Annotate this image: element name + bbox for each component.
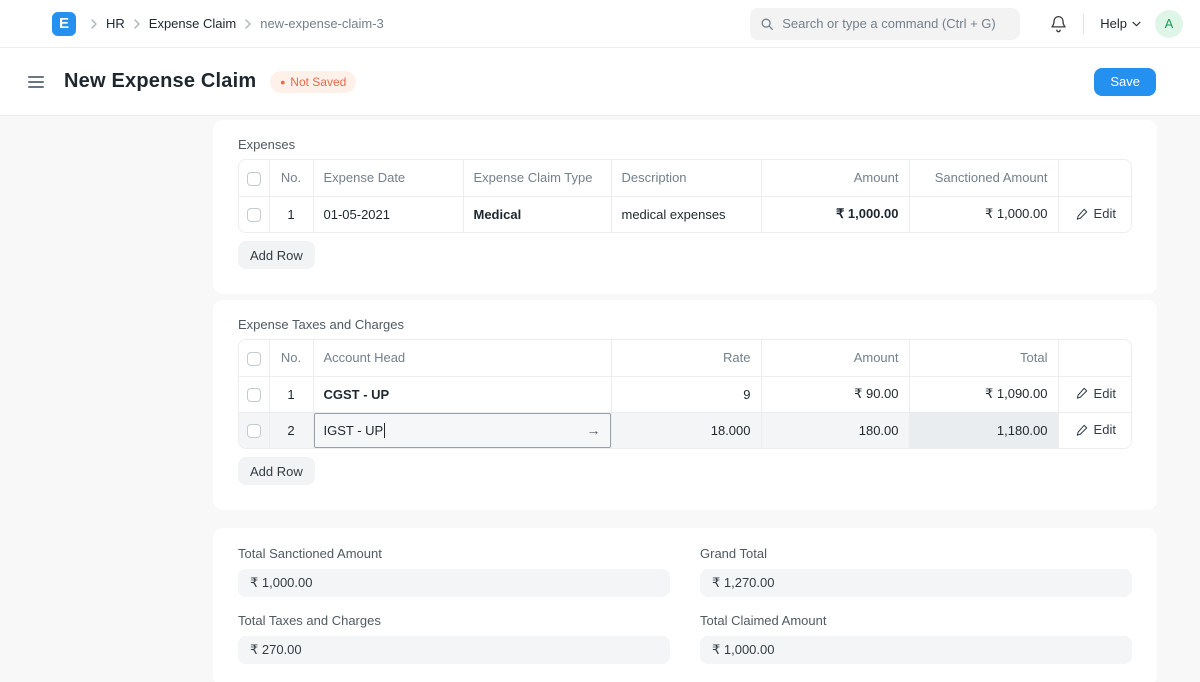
cell-sanctioned-amount[interactable]: ₹ 1,000.00 <box>909 196 1058 232</box>
taxes-section: Expense Taxes and Charges No. Account He… <box>213 300 1157 510</box>
breadcrumb: HR Expense Claim new-expense-claim-3 <box>86 16 384 31</box>
arrow-right-icon[interactable]: → <box>587 422 601 438</box>
field-total-sanctioned-amount: Total Sanctioned Amount ₹ 1,000.00 <box>238 546 670 597</box>
taxes-add-row-button[interactable]: Add Row <box>238 457 315 485</box>
text-cursor <box>384 423 385 438</box>
cell-no: 1 <box>269 376 313 412</box>
field-label: Total Claimed Amount <box>700 613 1132 628</box>
breadcrumb-item-expense-claim[interactable]: Expense Claim <box>149 16 236 31</box>
row-checkbox[interactable] <box>247 424 261 438</box>
cell-description[interactable]: medical expenses <box>611 196 761 232</box>
expenses-grid: No. Expense Date Expense Claim Type Desc… <box>238 159 1132 233</box>
search-icon <box>760 17 774 31</box>
notifications-button[interactable] <box>1050 15 1067 33</box>
col-total: Total <box>909 340 1058 376</box>
cell-amount[interactable]: ₹ 1,000.00 <box>761 196 909 232</box>
cell-total[interactable]: 1,180.00 <box>909 412 1058 448</box>
divider <box>1083 14 1084 34</box>
help-label: Help <box>1100 16 1127 31</box>
field-label: Total Sanctioned Amount <box>238 546 670 561</box>
cell-no: 1 <box>269 196 313 232</box>
form-body: Expenses No. Expense Date Expense Claim … <box>0 116 1200 682</box>
taxes-row-1: 1 CGST - UP 9 ₹ 90.00 ₹ 1,090.00 Edit <box>239 376 1132 412</box>
total-claimed-amount-value: ₹ 1,000.00 <box>700 636 1132 664</box>
global-search[interactable] <box>750 8 1020 40</box>
status-badge-label: Not Saved <box>290 75 346 89</box>
cell-total[interactable]: ₹ 1,090.00 <box>909 376 1058 412</box>
breadcrumb-item-current[interactable]: new-expense-claim-3 <box>260 16 384 31</box>
grand-total-value: ₹ 1,270.00 <box>700 569 1132 597</box>
row-checkbox[interactable] <box>247 388 261 402</box>
cell-account-head[interactable]: CGST - UP <box>313 376 611 412</box>
taxes-row-2: 2 IGST - UP → 18.000 180.00 1,180.00 <box>239 412 1132 448</box>
taxes-header-row: No. Account Head Rate Amount Total <box>239 340 1132 376</box>
col-amount: Amount <box>761 160 909 196</box>
bell-icon <box>1050 15 1067 33</box>
chevron-right-icon <box>240 19 256 29</box>
total-taxes-and-charges-value: ₹ 270.00 <box>238 636 670 664</box>
chevron-right-icon <box>129 19 145 29</box>
totals-section: Total Sanctioned Amount ₹ 1,000.00 Grand… <box>213 528 1157 682</box>
expenses-row-1: 1 01-05-2021 Medical medical expenses ₹ … <box>239 196 1132 232</box>
app-logo-icon[interactable]: E <box>52 12 76 36</box>
col-no: No. <box>269 160 313 196</box>
page-title: New Expense Claim <box>64 70 256 93</box>
field-total-claimed-amount: Total Claimed Amount ₹ 1,000.00 <box>700 613 1132 664</box>
chevron-down-icon <box>1132 21 1141 27</box>
col-rate: Rate <box>611 340 761 376</box>
field-total-taxes-and-charges: Total Taxes and Charges ₹ 270.00 <box>238 613 670 664</box>
expenses-section-label: Expenses <box>238 137 1132 152</box>
navbar: E HR Expense Claim new-expense-claim-3 <box>0 0 1200 48</box>
save-button[interactable]: Save <box>1094 68 1156 96</box>
cell-no: 2 <box>269 412 313 448</box>
select-all-checkbox[interactable] <box>247 352 261 366</box>
expenses-section: Expenses No. Expense Date Expense Claim … <box>213 120 1157 294</box>
row-edit-button[interactable]: Edit <box>1076 422 1116 437</box>
cell-rate[interactable]: 18.000 <box>611 412 761 448</box>
col-expense-date: Expense Date <box>313 160 463 196</box>
breadcrumb-item-hr[interactable]: HR <box>106 16 125 31</box>
cell-expense-date[interactable]: 01-05-2021 <box>313 196 463 232</box>
row-checkbox[interactable] <box>247 208 261 222</box>
taxes-grid: No. Account Head Rate Amount Total 1 CGS… <box>238 339 1132 449</box>
chevron-right-icon <box>86 19 102 29</box>
cell-amount[interactable]: 180.00 <box>761 412 909 448</box>
select-all-checkbox[interactable] <box>247 172 261 186</box>
cell-expense-claim-type[interactable]: Medical <box>463 196 611 232</box>
account-head-input[interactable]: IGST - UP → <box>313 412 611 448</box>
field-label: Grand Total <box>700 546 1132 561</box>
row-edit-button[interactable]: Edit <box>1076 206 1116 221</box>
col-amount: Amount <box>761 340 909 376</box>
status-dot-icon: • <box>280 75 285 89</box>
pencil-icon <box>1076 424 1088 436</box>
avatar[interactable]: A <box>1155 10 1183 38</box>
row-edit-button[interactable]: Edit <box>1076 386 1116 401</box>
help-menu[interactable]: Help <box>1100 16 1141 31</box>
col-account-head: Account Head <box>313 340 611 376</box>
col-no: No. <box>269 340 313 376</box>
pencil-icon <box>1076 387 1088 399</box>
cell-rate[interactable]: 9 <box>611 376 761 412</box>
col-sanctioned-amount: Sanctioned Amount <box>909 160 1058 196</box>
pencil-icon <box>1076 208 1088 220</box>
sidebar-toggle-icon[interactable] <box>24 72 48 92</box>
field-grand-total: Grand Total ₹ 1,270.00 <box>700 546 1132 597</box>
taxes-section-label: Expense Taxes and Charges <box>238 317 1132 332</box>
cell-amount[interactable]: ₹ 90.00 <box>761 376 909 412</box>
col-description: Description <box>611 160 761 196</box>
status-badge: • Not Saved <box>270 71 356 93</box>
field-label: Total Taxes and Charges <box>238 613 670 628</box>
page-header: New Expense Claim • Not Saved Save <box>0 48 1200 116</box>
expenses-header-row: No. Expense Date Expense Claim Type Desc… <box>239 160 1132 196</box>
total-sanctioned-amount-value: ₹ 1,000.00 <box>238 569 670 597</box>
expenses-add-row-button[interactable]: Add Row <box>238 241 315 269</box>
col-expense-claim-type: Expense Claim Type <box>463 160 611 196</box>
search-input[interactable] <box>782 16 1010 31</box>
